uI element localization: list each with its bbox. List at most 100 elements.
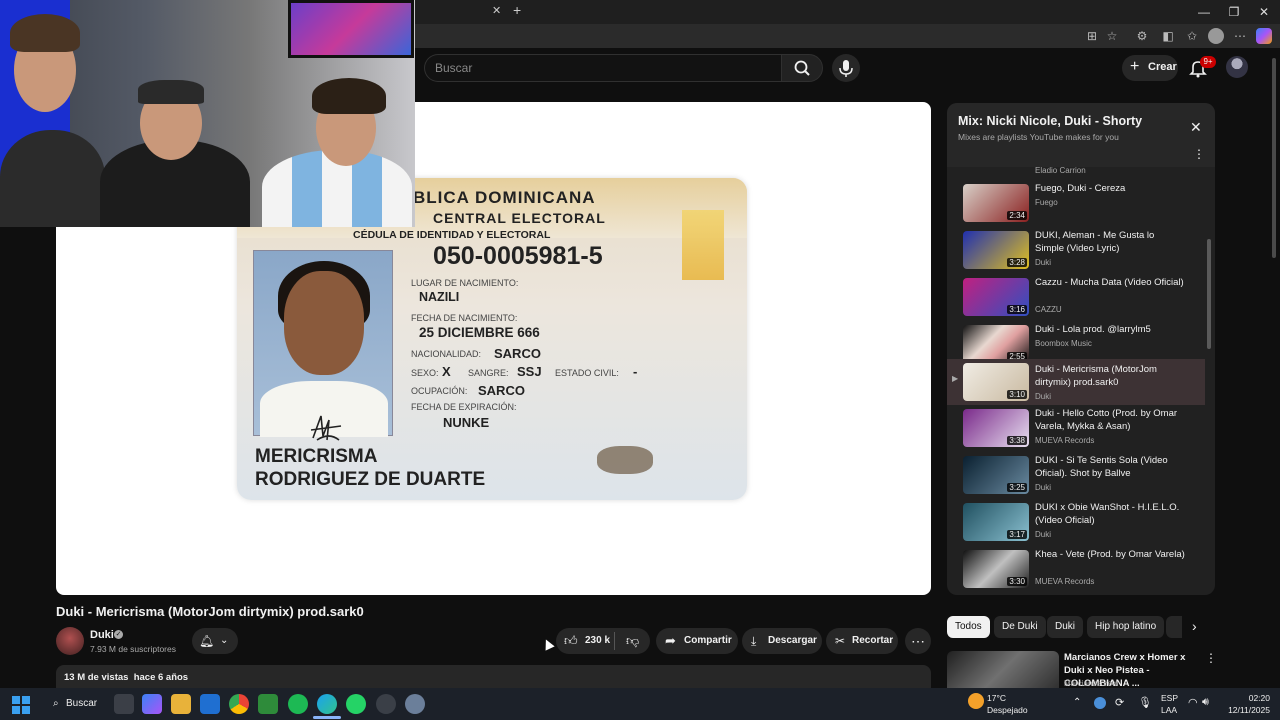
copilot-icon[interactable] [1256,28,1272,44]
active-app-indicator [313,716,341,719]
chip-todos[interactable]: Todos [947,616,990,638]
playlist-item-channel: CAZZU [1035,305,1062,314]
minecraft-icon[interactable] [258,694,278,714]
more-vert-icon[interactable]: ⋮ [1193,147,1205,161]
playlist-item-channel: MUEVA Records [1035,577,1095,586]
settings-icon[interactable] [405,694,425,714]
download-button[interactable]: ⤓ Descargar [742,628,822,654]
keyboard-layout[interactable]: LAA [1161,705,1177,715]
card-doc-type: CÉDULA DE IDENTIDAD Y ELECTORAL [353,229,551,241]
create-button[interactable]: + Crear [1122,55,1178,81]
playlist-item[interactable]: 3:30 Khea - Vete (Prod. by Omar Varela) … [947,548,1205,594]
playlist-item[interactable]: 3:28 DUKI, Aleman - Me Gusta lo Simple (… [947,229,1205,275]
video-thumbnail: 3:16 [963,278,1029,316]
playlist-item[interactable]: 3:38 Duki - Hello Cotto (Prod. by Omar V… [947,407,1205,453]
civil: - [633,364,638,379]
spotify-icon[interactable] [288,694,308,714]
voice-search-button[interactable] [832,54,860,82]
profile-icon[interactable] [1208,28,1224,44]
taskbar-search[interactable]: ⌕ Buscar [46,694,102,714]
share-button[interactable]: ➦ Compartir [656,628,738,654]
photo-face [284,271,364,375]
playlist-item[interactable]: 3:16 Cazzu - Mucha Data (Video Oficial) … [947,276,1205,322]
microphone-icon[interactable]: 🎙︎ [1138,696,1152,709]
person-right-hair [312,78,386,114]
sex-label: SEXO: [411,368,439,378]
thumbs-up-icon[interactable]: 👍︎ [564,633,578,649]
task-view-icon[interactable] [114,694,134,714]
playlist-item[interactable]: 2:34 Fuego, Duki - Cereza Fuego [947,182,1205,228]
blood-label: SANGRE: [468,368,509,378]
duration-badge: 3:28 [1007,258,1027,267]
chip-de-duki[interactable]: De Duki [994,616,1046,638]
chrome-icon[interactable] [229,694,249,714]
playlist-item-title: Cazzu - Mucha Data (Video Oficial) [1035,277,1184,288]
microphone-icon [839,60,853,77]
restore-icon[interactable]: ❐ [1226,4,1242,20]
wifi-icon[interactable]: ◠ [1188,696,1198,709]
minimize-icon[interactable]: — [1196,4,1212,20]
search-button[interactable] [781,54,823,82]
playlist-item[interactable]: 3:25 DUKI - Si Te Sentis Sola (Video Ofi… [947,454,1205,500]
channel-name[interactable]: Duki [90,629,114,641]
file-explorer-icon[interactable] [171,694,191,714]
page-scrollbar[interactable] [1270,48,1278,688]
scrollbar-thumb[interactable] [1207,239,1211,349]
chip-partial[interactable] [1166,616,1182,638]
download-label: Descargar [768,635,817,646]
channel-avatar[interactable] [56,627,84,655]
more-menu-icon[interactable]: ⋯ [1232,28,1248,44]
close-icon[interactable]: ✕ [1190,119,1202,136]
card-board: CENTRAL ELECTORAL [433,210,606,226]
app-icon[interactable] [376,694,396,714]
close-tab-icon[interactable]: ✕ [492,4,504,18]
close-window-icon[interactable]: ✕ [1256,4,1272,20]
chevron-right-icon[interactable]: › [1192,618,1197,634]
thumbs-down-icon[interactable]: 👎︎ [626,633,639,649]
outlook-icon[interactable] [200,694,220,714]
clock-time[interactable]: 02:20 [1226,693,1270,703]
more-actions-button[interactable]: ⋯ [905,628,931,654]
playlist-scrollbar[interactable] [1206,169,1212,589]
windows-start-icon[interactable] [12,696,30,714]
birthdate-label: FECHA DE NACIMIENTO: [411,313,518,323]
split-view-icon[interactable]: ◧ [1160,28,1176,44]
clock-date[interactable]: 12/11/2025 [1222,705,1270,715]
cloud-icon[interactable] [1094,697,1106,709]
more-vert-icon[interactable]: ⋮ [1205,651,1217,665]
playlist-item[interactable]: 3:17 DUKI x Obie WanShot - H.I.E.L.O. (V… [947,501,1205,547]
subscribed-bell-button[interactable]: 🔔︎ ⌄ [192,628,238,654]
recommendation-thumbnail[interactable] [947,651,1059,688]
chevron-up-icon[interactable]: ⌃ [1073,697,1081,708]
volume-icon[interactable]: 🔊︎ [1202,696,1209,709]
civil-label: ESTADO CIVIL: [555,368,619,378]
extensions-icon[interactable]: ⚙ [1134,28,1150,44]
sync-icon[interactable]: ⟳ [1115,696,1124,709]
like-count[interactable]: 230 k [585,635,610,646]
playlist-item-title: Duki - Lola prod. @larrylm5 [1035,324,1151,335]
weather-icon[interactable] [968,693,984,709]
user-avatar[interactable] [1226,56,1248,78]
expiry: NUNKE [443,415,490,430]
chip-duki[interactable]: Duki [1047,616,1084,638]
divider [614,632,615,650]
copilot-taskbar-icon[interactable] [142,694,162,714]
whatsapp-icon[interactable] [346,694,366,714]
chip-hip-hop-latino[interactable]: Hip hop latino [1087,616,1165,638]
occupation: SARCO [478,383,525,398]
language[interactable]: ESP [1161,693,1178,703]
clip-button[interactable]: ✂ Recortar [826,628,898,654]
bell-icon: 🔔︎ [199,634,215,648]
playlist-title[interactable]: Mix: Nicki Nicole, Duki - Shorty [958,114,1142,128]
new-tab-button[interactable]: + [513,2,527,18]
bookmark-star-icon[interactable]: ☆ [1104,28,1120,44]
video-thumbnail: 3:17 [963,503,1029,541]
birthplace-label: LUGAR DE NACIMIENTO: [411,278,519,288]
translate-icon[interactable]: ⊞ [1084,28,1100,44]
edge-icon[interactable] [317,694,337,714]
page-scrollbar-thumb[interactable] [1272,58,1276,258]
playlist-item-current[interactable]: ▶ 3:10 Duki - Mericrisma (MotorJom dirty… [947,359,1205,405]
birthdate: 25 DICIEMBRE 666 [419,325,540,340]
search-input[interactable]: Buscar [424,54,782,82]
favorites-icon[interactable]: ✩ [1184,28,1200,44]
